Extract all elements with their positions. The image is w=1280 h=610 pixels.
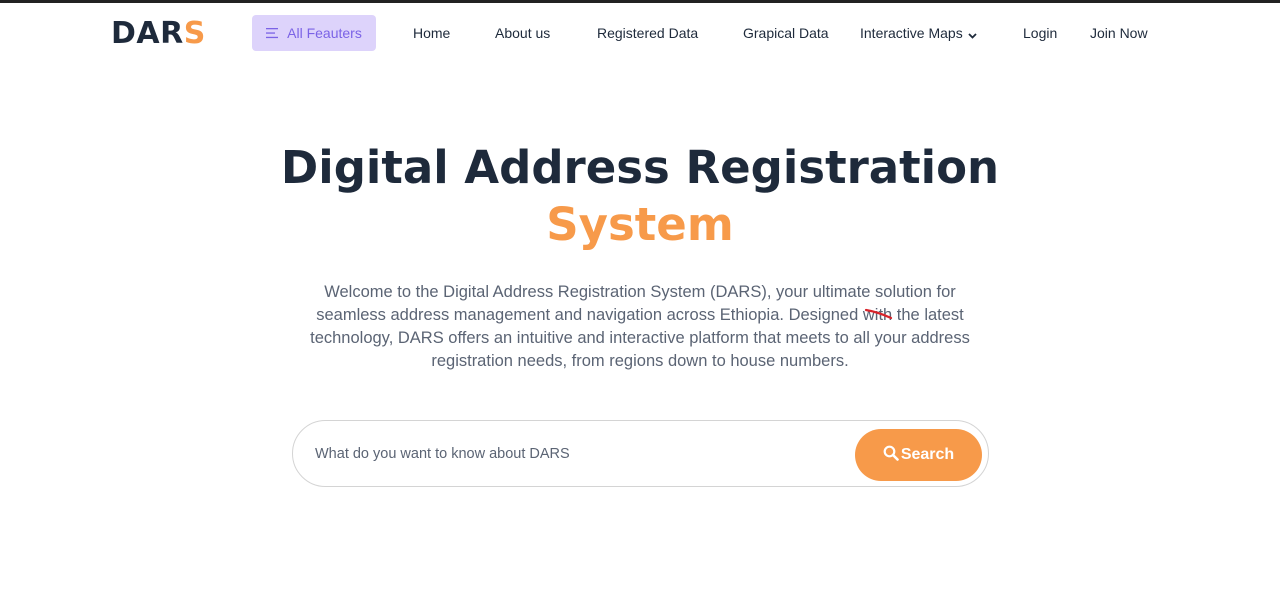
- logo-accent-text: S: [183, 16, 206, 51]
- all-features-button[interactable]: All Feauters: [252, 15, 376, 51]
- chevron-down-icon: [968, 26, 977, 42]
- nav-link-registered-data[interactable]: Registered Data: [597, 25, 698, 41]
- hero-title: Digital Address Registration System: [0, 139, 1280, 253]
- top-navbar: DARS All Feauters Home About us Register…: [0, 3, 1280, 65]
- menu-lines-icon: [266, 27, 279, 39]
- search-button[interactable]: Search: [855, 429, 982, 481]
- search-button-label: Search: [900, 446, 955, 463]
- nav-link-interactive-maps[interactable]: Interactive Maps: [860, 25, 977, 42]
- nav-link-login[interactable]: Login: [1023, 25, 1057, 41]
- nav-link-about[interactable]: About us: [495, 25, 550, 41]
- all-features-label: All Feauters: [287, 25, 362, 41]
- red-annotation-stroke: [864, 308, 893, 320]
- nav-link-graphical-data[interactable]: Grapical Data: [743, 25, 829, 41]
- hero-title-line1: Digital Address Registration: [280, 141, 1000, 194]
- search-bar: Search: [292, 420, 989, 487]
- search-icon: [883, 445, 899, 466]
- nav-link-join-now[interactable]: Join Now: [1090, 25, 1148, 41]
- hero-title-line2: System: [546, 198, 734, 251]
- hero-description: Welcome to the Digital Address Registrat…: [310, 283, 970, 370]
- search-input[interactable]: [313, 441, 837, 467]
- brand-logo[interactable]: DARS: [111, 16, 206, 51]
- nav-link-home[interactable]: Home: [413, 25, 450, 41]
- interactive-maps-label: Interactive Maps: [860, 25, 963, 41]
- logo-main-text: DAR: [111, 16, 184, 51]
